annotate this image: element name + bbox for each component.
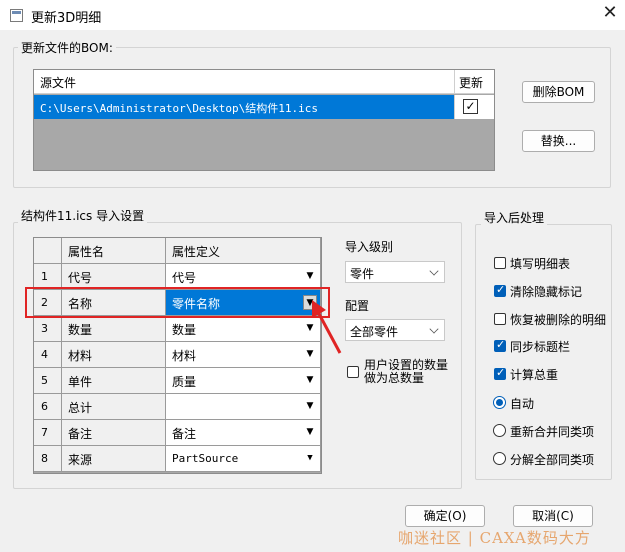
attr-name-cell: 备注 <box>62 420 166 446</box>
attr-def-dropdown[interactable]: 数量 ▼ <box>166 316 321 342</box>
merge-mode-label: 自动 <box>510 397 535 411</box>
replace-button[interactable]: 替换... <box>522 130 595 152</box>
attr-def-dropdown[interactable]: 备注 ▼ <box>166 420 321 446</box>
attr-def-dropdown[interactable]: 质量 ▼ <box>166 368 321 394</box>
dropdown-arrow-icon[interactable]: ▼ <box>303 451 317 466</box>
delete-bom-button[interactable]: 删除BOM <box>522 81 595 103</box>
grid-row[interactable]: 6 总计 ▼ <box>34 394 321 420</box>
attr-name-cell: 来源 <box>62 446 166 472</box>
import-level-label: 导入级别 <box>345 240 394 254</box>
attr-def-value: 代号 <box>172 271 197 285</box>
post-option-label: 计算总重 <box>510 368 559 383</box>
column-header-source[interactable]: 源文件 <box>40 74 76 91</box>
cancel-button[interactable]: 取消(C) <box>513 505 593 527</box>
watermark: 咖迷社区 | CAXA数码大方 <box>398 529 591 547</box>
grid-row[interactable]: 5 单件 质量 ▼ <box>34 368 321 394</box>
column-divider <box>454 70 455 94</box>
grid-header-row: 属性名 属性定义 <box>34 238 321 264</box>
attr-def-value: 备注 <box>172 427 197 441</box>
bom-file-path: C:\Users\Administrator\Desktop\结构件11.ics <box>40 102 319 115</box>
annotation-arrow-icon <box>312 300 342 354</box>
attr-name-cell: 总计 <box>62 394 166 420</box>
attr-def-value: PartSource <box>172 452 239 465</box>
dropdown-arrow-icon[interactable]: ▼ <box>303 425 317 440</box>
bom-file-row[interactable]: C:\Users\Administrator\Desktop\结构件11.ics… <box>34 95 494 119</box>
grid-row[interactable]: 8 来源 PartSource ▼ <box>34 446 321 472</box>
bom-list-header: 源文件 更新 <box>34 70 494 94</box>
user-qty-checkbox[interactable] <box>347 366 359 378</box>
attr-name-cell: 单件 <box>62 368 166 394</box>
row-number: 4 <box>34 342 62 368</box>
grid-row[interactable]: 7 备注 备注 ▼ <box>34 420 321 446</box>
merge-mode-label: 分解全部同类项 <box>510 452 595 467</box>
bom-update-cell: ✓ <box>454 95 494 119</box>
merge-mode-radio[interactable] <box>493 423 506 437</box>
merge-mode-radio[interactable] <box>493 396 506 409</box>
import-settings-legend: 结构件11.ics 导入设置 <box>18 207 148 224</box>
row-number: 6 <box>34 394 62 420</box>
bom-file-list[interactable]: 源文件 更新 C:\Users\Administrator\Desktop\结构… <box>33 69 495 171</box>
post-option-label: 同步标题栏 <box>510 340 571 355</box>
dropdown-arrow-icon[interactable]: ▼ <box>303 373 317 388</box>
row-number: 5 <box>34 368 62 394</box>
post-option-checkbox[interactable] <box>494 312 506 325</box>
attribute-grid: 属性名 属性定义 1 代号 代号 ▼ 2 名称 零件名称 ▼ 3 数量 数量 ▼ 4 材料 材料 ▼ 5 单件 质量… <box>33 237 322 474</box>
post-option-label: 恢复被删除的明细 <box>510 312 607 327</box>
bom-group-legend: 更新文件的BOM: <box>18 39 116 56</box>
row-number: 8 <box>34 446 62 472</box>
attr-def-dropdown[interactable]: 材料 ▼ <box>166 342 321 368</box>
post-option-label: 清除隐藏标记 <box>510 284 583 299</box>
grid-row[interactable]: 4 材料 材料 ▼ <box>34 342 321 368</box>
attr-def-value: 数量 <box>172 323 197 337</box>
post-option-label: 填写明细表 <box>510 257 571 271</box>
close-button[interactable]: ✕ <box>597 2 623 26</box>
merge-mode-radio[interactable] <box>493 451 506 465</box>
ok-button[interactable]: 确定(O) <box>405 505 485 527</box>
import-level-value: 零件 <box>350 267 375 281</box>
column-header-attr-def: 属性定义 <box>166 238 321 264</box>
merge-mode-label: 重新合并同类项 <box>510 424 595 439</box>
column-header-update[interactable]: 更新 <box>459 74 483 91</box>
attr-def-dropdown[interactable]: PartSource ▼ <box>166 446 321 472</box>
config-value: 全部零件 <box>350 325 399 339</box>
post-option-checkbox[interactable] <box>494 257 506 269</box>
row-number: 3 <box>34 316 62 342</box>
grid-corner <box>34 238 62 264</box>
dropdown-arrow-icon[interactable]: ▼ <box>303 399 317 414</box>
import-level-dropdown[interactable]: 零件 <box>345 261 445 283</box>
chevron-down-icon <box>429 266 439 276</box>
annotation-highlight-box <box>25 287 330 318</box>
post-process-legend: 导入后处理 <box>481 209 548 226</box>
post-option-checkbox[interactable] <box>494 283 506 297</box>
post-option-checkbox[interactable] <box>494 366 506 381</box>
attr-name-cell: 材料 <box>62 342 166 368</box>
app-window-icon <box>10 9 23 22</box>
post-option-checkbox[interactable] <box>494 338 506 353</box>
dropdown-arrow-icon[interactable]: ▼ <box>303 269 317 284</box>
user-qty-label: 用户设置的数量 做为总数量 <box>364 359 448 385</box>
attr-def-dropdown[interactable]: ▼ <box>166 394 321 420</box>
attr-name-cell: 数量 <box>62 316 166 342</box>
attr-def-value: 材料 <box>172 349 197 363</box>
row-number: 7 <box>34 420 62 446</box>
column-header-attr-name: 属性名 <box>62 238 166 264</box>
user-qty-label-line2: 做为总数量 <box>364 371 425 385</box>
attr-def-value: 质量 <box>172 375 197 389</box>
title-bar: 更新3D明细 ✕ <box>0 0 625 30</box>
window-title: 更新3D明细 <box>31 11 102 26</box>
config-dropdown[interactable]: 全部零件 <box>345 319 445 341</box>
grid-row[interactable]: 3 数量 数量 ▼ <box>34 316 321 342</box>
bom-update-checkbox[interactable]: ✓ <box>463 99 478 114</box>
chevron-down-icon <box>429 324 439 334</box>
